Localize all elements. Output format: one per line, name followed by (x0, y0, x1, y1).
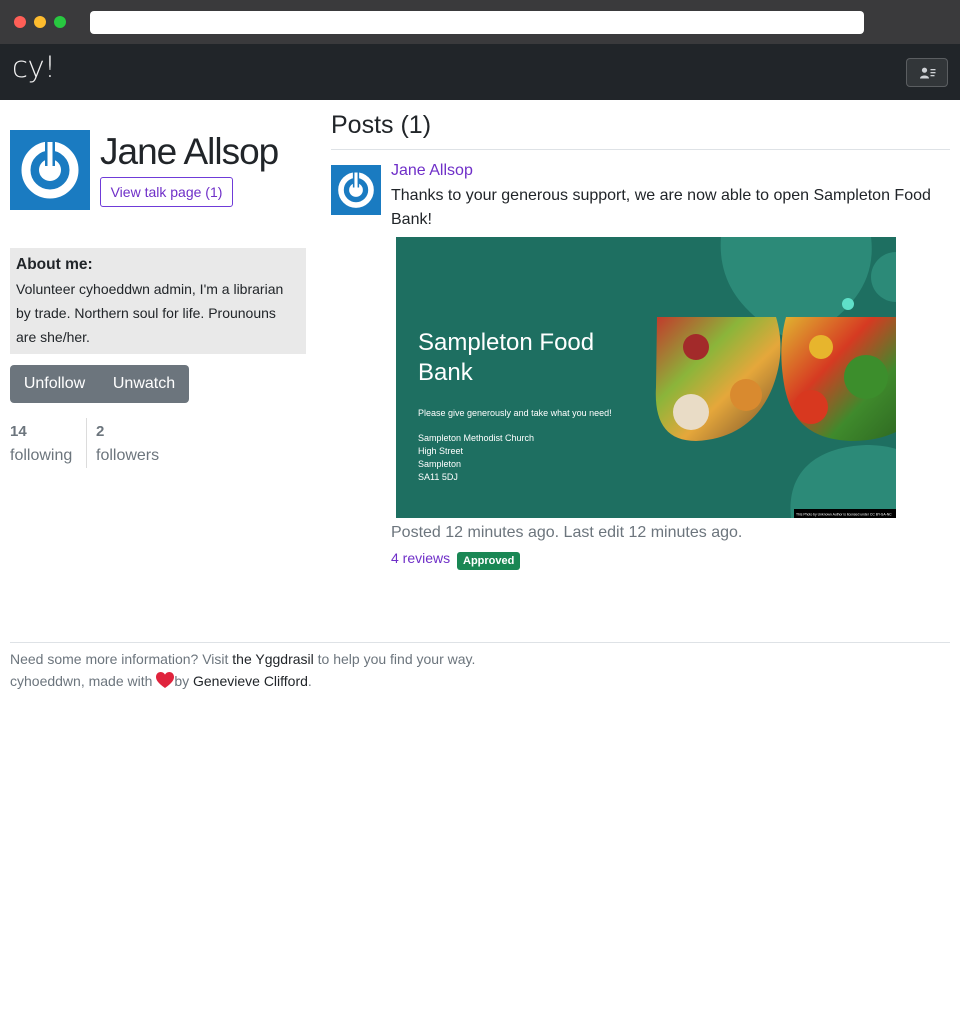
post-author-link[interactable]: Jane Allsop (391, 162, 473, 180)
followers-label: followers (96, 447, 160, 464)
about-me-panel: About me: Volunteer cyhoeddwn admin, I'm… (10, 248, 306, 354)
followers-stat[interactable]: 2 followers (96, 420, 159, 468)
power-icon (21, 140, 79, 199)
about-me-text: Volunteer cyhoeddwn admin, I'm a librari… (16, 281, 284, 345)
navbar: cy! (0, 44, 960, 100)
close-window-button[interactable] (14, 16, 26, 28)
status-badge: Approved (457, 552, 521, 570)
footer-credit-line: cyhoeddwn, made with by Genevieve Cliffo… (10, 672, 312, 692)
food-bank-flyer-graphic: Sampleton Food Bank Please give generous… (396, 237, 896, 518)
flyer-photo-credit: This Photo by Unknown Author is licensed… (796, 513, 892, 517)
user-menu-button[interactable] (906, 58, 948, 87)
user-list-icon (920, 67, 936, 79)
footer-help-line: Need some more information? Visit the Yg… (10, 651, 475, 667)
view-talk-page-button[interactable]: View talk page (1) (100, 177, 233, 207)
reviews-link[interactable]: 4 reviews (391, 550, 450, 566)
footer-help-text: Need some more information? Visit (10, 651, 233, 667)
flyer-address-line: SA11 5DJ (418, 472, 458, 482)
author-link[interactable]: Genevieve Clifford (193, 673, 308, 689)
following-count: 14 (10, 423, 27, 440)
followers-count: 2 (96, 423, 105, 440)
flyer-address-line: Sampleton Methodist Church (418, 433, 534, 443)
footer-credit-suffix: . (307, 673, 312, 689)
footer-divider (10, 642, 950, 643)
footer-credit-text: cyhoeddwn, made with (10, 673, 157, 689)
post-timestamp: Posted 12 minutes ago. Last edit 12 minu… (391, 524, 743, 541)
browser-chrome (0, 0, 960, 44)
post-body: Thanks to your generous support, we are … (391, 187, 931, 228)
footer-help-suffix: to help you find your way. (313, 651, 476, 667)
flyer-address-line: Sampleton (418, 459, 461, 469)
minimize-window-button[interactable] (34, 16, 46, 28)
yggdrasil-link[interactable]: the Yggdrasil (232, 651, 313, 667)
flyer-title-line2: Bank (418, 359, 474, 386)
profile-name: Jane Allsop (100, 131, 279, 172)
about-me-heading: About me: (16, 256, 93, 273)
heart-icon (156, 672, 175, 692)
post-author-avatar[interactable] (331, 165, 381, 215)
footer-by-text: by (174, 673, 193, 689)
unwatch-button[interactable]: Unwatch (99, 365, 189, 403)
following-label: following (10, 447, 73, 464)
post-image-food-bank-flyer[interactable]: Sampleton Food Bank Please give generous… (396, 237, 896, 518)
address-bar[interactable] (90, 11, 864, 34)
posts-heading: Posts (1) (331, 111, 432, 139)
stats-divider (86, 418, 87, 468)
following-stat[interactable]: 14 following (10, 420, 72, 468)
posts-divider (331, 149, 950, 150)
profile-avatar (10, 130, 90, 210)
unfollow-button[interactable]: Unfollow (10, 365, 99, 403)
maximize-window-button[interactable] (54, 16, 66, 28)
flyer-title-line1: Sampleton Food (418, 329, 594, 356)
flyer-tagline: Please give generously and take what you… (418, 408, 612, 418)
brand-logo[interactable]: cy! (12, 50, 56, 84)
power-icon (338, 171, 374, 208)
flyer-address-line: High Street (418, 446, 464, 456)
